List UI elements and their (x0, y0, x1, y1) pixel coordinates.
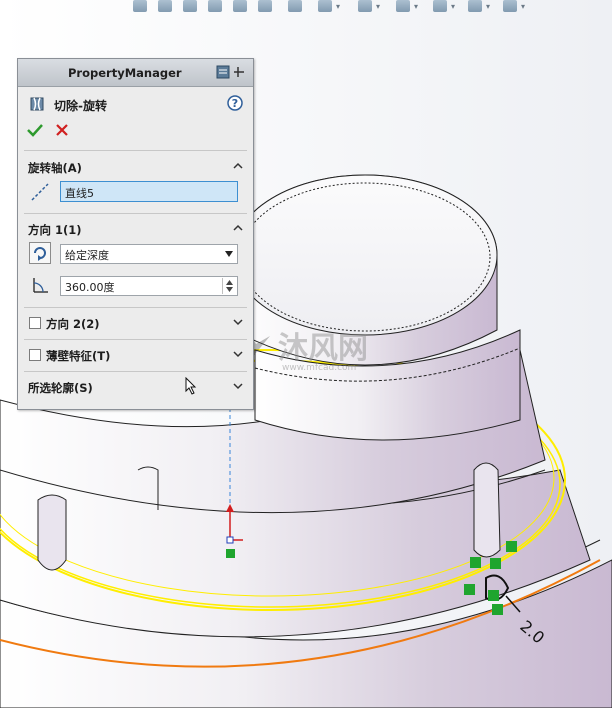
watermark-url: www.mfcad.com (282, 363, 356, 373)
end-condition-dropdown[interactable]: 给定深度 (60, 244, 238, 264)
reverse-direction-icon[interactable] (29, 242, 51, 264)
section-view-icon[interactable] (233, 0, 247, 12)
relation-glyph (506, 541, 517, 552)
relation-glyph (490, 558, 501, 569)
monitor-icon[interactable] (503, 0, 517, 12)
apply-scene-icon[interactable] (433, 0, 447, 12)
direction1-section-header[interactable]: 方向 1(1) (28, 222, 82, 238)
view-orientation-icon[interactable] (133, 0, 147, 12)
chevron-down-icon[interactable]: ▾ (414, 2, 418, 11)
display-style-icon[interactable] (318, 0, 332, 12)
previous-view-icon[interactable] (208, 0, 222, 12)
chevron-down-icon[interactable] (232, 316, 244, 328)
chevron-down-icon[interactable]: ▾ (451, 2, 455, 11)
spin-up-icon[interactable] (226, 280, 233, 285)
chevron-down-icon[interactable]: ▾ (486, 2, 490, 11)
svg-text:?: ? (232, 97, 238, 110)
chevron-down-icon[interactable]: ▾ (376, 2, 380, 11)
relation-glyph (492, 604, 503, 615)
chevron-down-icon[interactable] (232, 348, 244, 360)
chevron-down-icon[interactable] (232, 380, 244, 392)
zoom-area-icon[interactable] (183, 0, 197, 12)
direction2-checkbox[interactable] (29, 317, 41, 329)
view-settings-icon[interactable] (468, 0, 482, 12)
dropdown-arrow-icon[interactable] (225, 251, 233, 257)
relation-glyph (470, 557, 481, 568)
dynamic-annotation-icon[interactable] (258, 0, 272, 12)
chevron-up-icon[interactable] (232, 222, 244, 234)
revolve-cut-icon (30, 97, 44, 111)
relation-glyph (488, 590, 499, 601)
pin-icon[interactable] (216, 65, 246, 79)
watermark-text: 沐风网 (278, 331, 368, 366)
chevron-up-icon[interactable] (232, 160, 244, 172)
edit-appearance-icon[interactable] (396, 0, 410, 12)
chevron-down-icon[interactable]: ▾ (336, 2, 340, 11)
help-icon[interactable]: ? (227, 95, 243, 111)
axis-line-icon (31, 183, 49, 201)
mouse-cursor-icon (185, 377, 197, 395)
hide-show-items-icon[interactable] (358, 0, 372, 12)
thin-feature-checkbox[interactable] (29, 349, 41, 361)
thin-feature-section-header[interactable]: 薄壁特征(T) (46, 348, 110, 364)
panel-title: PropertyManager (68, 66, 182, 80)
end-condition-value: 给定深度 (65, 249, 109, 262)
spin-down-icon[interactable] (226, 287, 233, 292)
property-manager-panel: PropertyManager 切除-旋转 ? 旋转轴(A) 直线5 方向 1(… (17, 58, 254, 410)
zoom-to-fit-icon[interactable] (158, 0, 172, 12)
relation-glyph (464, 584, 475, 595)
ok-checkmark-icon[interactable] (27, 123, 43, 137)
heads-up-toolbar: ▾ ▾ ▾ ▾ ▾ ▾ (128, 0, 568, 14)
cancel-x-icon[interactable] (55, 123, 69, 137)
axis-section-header[interactable]: 旋转轴(A) (28, 160, 82, 176)
angle-input[interactable]: 360.00度 (60, 276, 238, 296)
direction2-section-header[interactable]: 方向 2(2) (46, 316, 100, 332)
view-orientation-cube-icon[interactable] (288, 0, 302, 12)
angle-value: 360.00度 (65, 281, 115, 294)
angle-spinner[interactable] (222, 278, 236, 294)
selected-contours-section-header[interactable]: 所选轮廓(S) (28, 380, 93, 396)
chevron-down-icon[interactable]: ▾ (521, 2, 525, 11)
angle-icon (33, 278, 48, 293)
axis-selection-field[interactable]: 直线5 (60, 181, 238, 202)
feature-name: 切除-旋转 (54, 99, 107, 113)
property-manager-header: PropertyManager (18, 59, 253, 87)
